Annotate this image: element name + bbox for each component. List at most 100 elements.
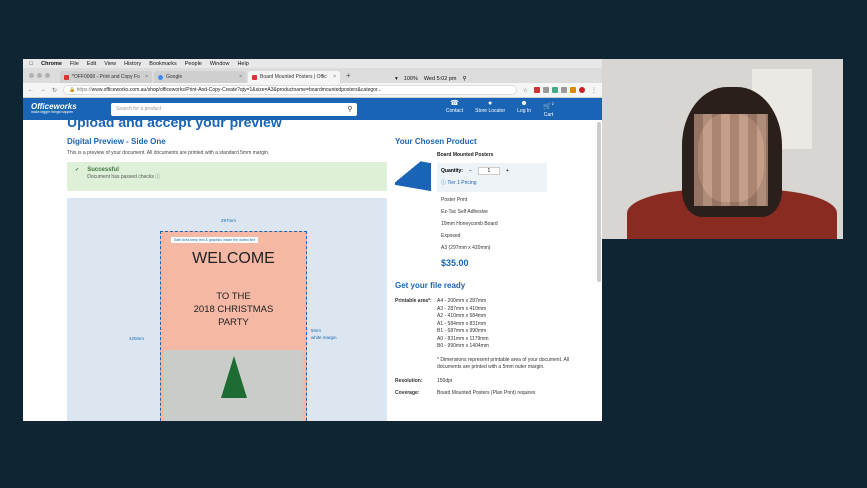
favicon-icon [252,74,257,80]
poster-line: PARTY [218,317,249,328]
contact-link[interactable]: ☎ Contact [446,100,463,117]
size-item: A1 - 584mm x 831mm [437,320,487,327]
extension-icon[interactable] [534,87,540,93]
size-item: A2 - 410mm x 584mm [437,313,487,319]
poster-preview: 297mm 420mm 5mm white margin Safe Area k… [67,198,387,421]
size-item: A3 - 287mm x 410mm [437,305,487,312]
scrollbar[interactable] [597,122,601,282]
tab-board-mounted[interactable]: Board Mounted Posters | Offic × [248,71,340,83]
nav-label: Cart [543,111,554,118]
product-image [395,156,431,192]
extension-icon[interactable] [579,87,585,93]
wifi-icon[interactable]: ▾ [395,76,398,82]
reload-icon[interactable]: ↻ [52,87,57,94]
decrement-button[interactable]: − [469,168,472,174]
search-icon[interactable]: ⚲ [462,76,466,82]
cart-link[interactable]: 🛒2 Cart [543,100,554,117]
file-spec-table: Printable area*: A4 - 200mm x 287mm A3 -… [395,298,575,396]
close-dot[interactable] [29,73,34,78]
google-icon [158,74,163,80]
poster: Safe Area keep text & graphics inside th… [160,231,307,421]
safe-area-label: Safe Area keep text & graphics inside th… [171,237,259,243]
window-controls [29,73,50,78]
menu-history[interactable]: History [124,61,141,67]
officeworks-logo[interactable]: Officeworks make bigger things happen [31,103,111,115]
url-text: www.officeworks.com.au/shop/officeworks/… [91,87,382,93]
new-tab-button[interactable]: + [346,71,351,80]
minimize-dot[interactable] [37,73,42,78]
extension-icon[interactable] [543,87,549,93]
nav-label: Store Locator [475,108,506,115]
menu-window[interactable]: Window [210,61,230,67]
nav-label: Contact [445,108,464,115]
address-bar[interactable]: 🔒 https://www.officeworks.com.au/shop/of… [63,85,517,95]
menu-bookmarks[interactable]: Bookmarks [149,61,177,67]
menu-file[interactable]: File [70,61,79,67]
battery-text[interactable]: 100% [404,76,418,82]
product-name: Board Mounted Posters [437,152,494,158]
preview-note: This is a preview of your document. All … [67,150,270,156]
success-text: Document has passed checks ⓘ [87,173,160,180]
search-placeholder: Search for a product [116,106,162,112]
menu-people[interactable]: People [185,61,202,67]
nav-label: Log In [517,108,532,115]
search-input[interactable]: Search for a product ⚲ [111,102,357,116]
check-icon: ✔ [75,167,80,173]
back-icon[interactable]: ← [28,87,34,93]
phone-icon: ☎ [450,100,459,108]
header-nav: ☎ Contact ● Store Locator ☻ Log In 🛒2 Cart [446,100,594,117]
price: $35.00 [441,258,469,268]
width-label: 297mm [221,218,237,223]
info-icon[interactable]: ⓘ [155,174,160,180]
menu-help[interactable]: Help [237,61,248,67]
quantity-label: Quantity: [441,168,463,174]
increment-button[interactable]: + [506,168,509,174]
preview-column: Digital Preview - Side One This is a pre… [67,137,387,421]
mac-menubar:  Chrome File Edit View History Bookmark… [23,59,602,82]
pin-icon: ● [488,100,493,108]
poster-line: 2018 CHRISTMAS [193,304,274,315]
size-list: A4 - 200mm x 287mm A3 - 287mm x 410mm A2… [437,298,575,372]
margin-sub: white margin [311,335,337,340]
extension-icon[interactable] [570,87,576,93]
poster-line: TO THE [216,291,251,302]
printable-label: Printable area*: [395,298,432,304]
tab-label: Board Mounted Posters | Offic [260,74,327,80]
option-item: Poster Print [441,197,468,203]
close-icon[interactable]: × [145,74,148,80]
tab-print-copy[interactable]: *OFF0068 - Print and Copy Fo × [60,71,152,83]
login-link[interactable]: ☻ Log In [517,100,531,117]
site-header: Officeworks make bigger things happen Sea… [23,98,602,120]
menu-app[interactable]: Chrome [41,61,62,67]
tier-label: Tier 1 Pricing [447,180,477,186]
extension-icon[interactable] [561,87,567,93]
christmas-tree-image [221,356,247,398]
menu-edit[interactable]: Edit [87,61,96,67]
close-icon[interactable]: × [333,74,336,80]
size-footnote: * Dimensions represent printable area of… [437,356,570,371]
success-message: Document has passed checks [87,174,154,180]
product-card: Board Mounted Posters Quantity: −1 + ⓘ Tie… [395,152,575,192]
store-locator-link[interactable]: ● Store Locator [475,100,505,117]
clock[interactable]: Wed 5:02 pm [424,76,457,82]
menu-view[interactable]: View [104,61,116,67]
extension-icon[interactable] [552,87,558,93]
close-icon[interactable]: × [239,74,242,80]
star-icon[interactable]: ☆ [523,87,528,94]
cart-icon: 🛒2 [543,101,554,111]
page-content: Upload and accept your preview Digital P… [23,120,602,421]
menu-icon[interactable]: ⋮ [591,87,597,94]
height-label: 420mm [129,336,145,341]
favicon-icon [64,74,69,80]
forward-icon[interactable]: → [40,87,46,93]
option-item: Exposed [441,233,461,239]
coverage-label: Coverage: [395,389,420,396]
quantity-input[interactable]: 1 [477,167,500,175]
zoom-dot[interactable] [45,73,50,78]
product-heading: Your Chosen Product [395,137,477,146]
apple-icon[interactable]:  [29,61,33,67]
tier-pricing-link[interactable]: ⓘ Tier 1 Pricing [441,179,543,186]
resolution-value: 150dpi [437,377,453,384]
tab-google[interactable]: Google × [154,71,246,83]
search-icon[interactable]: ⚲ [343,105,357,113]
